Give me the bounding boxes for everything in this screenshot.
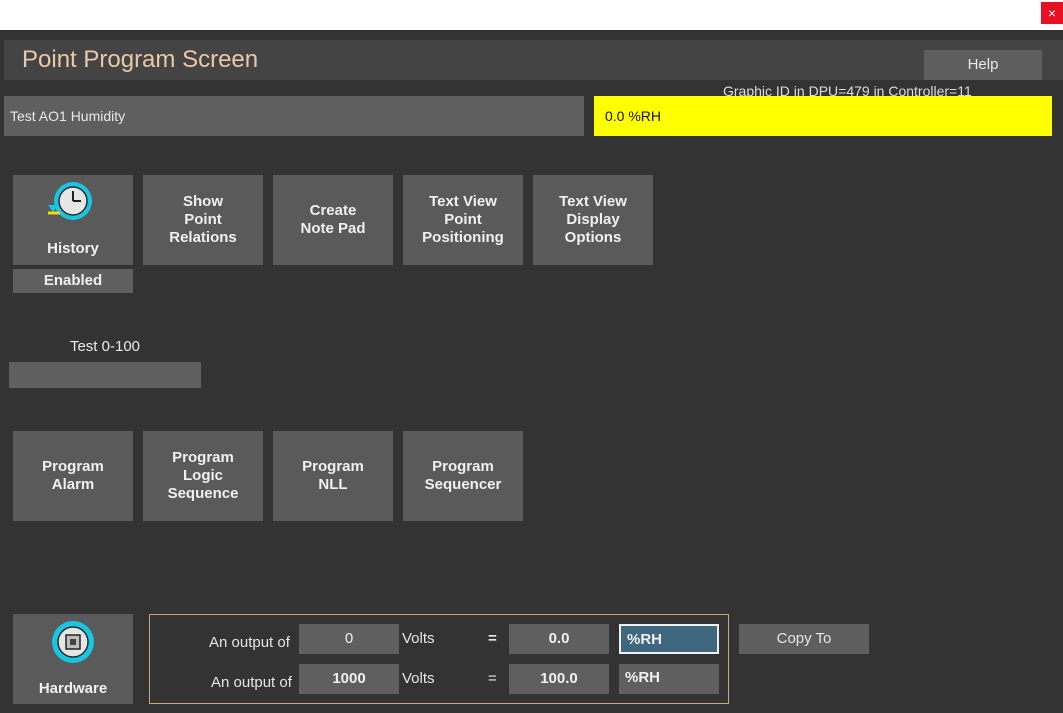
history-clock-icon xyxy=(48,182,92,220)
program-logic-sequence-button[interactable]: Program Logic Sequence xyxy=(143,431,263,521)
range-label: Test 0-100 xyxy=(69,338,141,355)
point-value-display: 0.0 %RH xyxy=(594,96,1052,136)
equals-1: = xyxy=(488,630,497,647)
program-sequencer-button[interactable]: Program Sequencer xyxy=(403,431,523,521)
raw-unit-2: Volts xyxy=(402,670,435,687)
hardware-label: Hardware xyxy=(38,680,108,697)
window-titlebar xyxy=(0,0,1063,30)
hardware-chip-icon xyxy=(52,621,94,663)
raw-unit-1: Volts xyxy=(402,630,435,647)
eng-value-input-1[interactable]: 0.0 xyxy=(509,624,609,654)
output-label-2: An output of xyxy=(211,674,292,691)
text-view-display-options-button[interactable]: Text View Display Options xyxy=(533,175,653,265)
range-bar xyxy=(9,362,201,388)
output-label-1: An output of xyxy=(209,634,290,651)
show-point-relations-button[interactable]: Show Point Relations xyxy=(143,175,263,265)
raw-value-input-1[interactable]: 0 xyxy=(299,624,399,654)
program-nll-button[interactable]: Program NLL xyxy=(273,431,393,521)
eng-unit-select-2[interactable]: %RH xyxy=(619,664,719,694)
eng-value-input-2[interactable]: 100.0 xyxy=(509,664,609,694)
program-alarm-button[interactable]: Program Alarm xyxy=(13,431,133,521)
help-button[interactable]: Help xyxy=(924,50,1042,80)
raw-value-input-2[interactable]: 1000 xyxy=(299,664,399,694)
equals-2: = xyxy=(488,670,497,687)
close-button[interactable]: × xyxy=(1041,2,1063,24)
point-name-field: Test AO1 Humidity xyxy=(4,96,584,136)
eng-unit-select-1[interactable]: %RH xyxy=(619,624,719,654)
copy-to-button[interactable]: Copy To xyxy=(739,624,869,654)
create-note-pad-button[interactable]: Create Note Pad xyxy=(273,175,393,265)
history-label: History xyxy=(47,240,99,257)
history-status-badge: Enabled xyxy=(13,269,133,293)
text-view-point-positioning-button[interactable]: Text View Point Positioning xyxy=(403,175,523,265)
page-title: Point Program Screen xyxy=(22,46,259,73)
